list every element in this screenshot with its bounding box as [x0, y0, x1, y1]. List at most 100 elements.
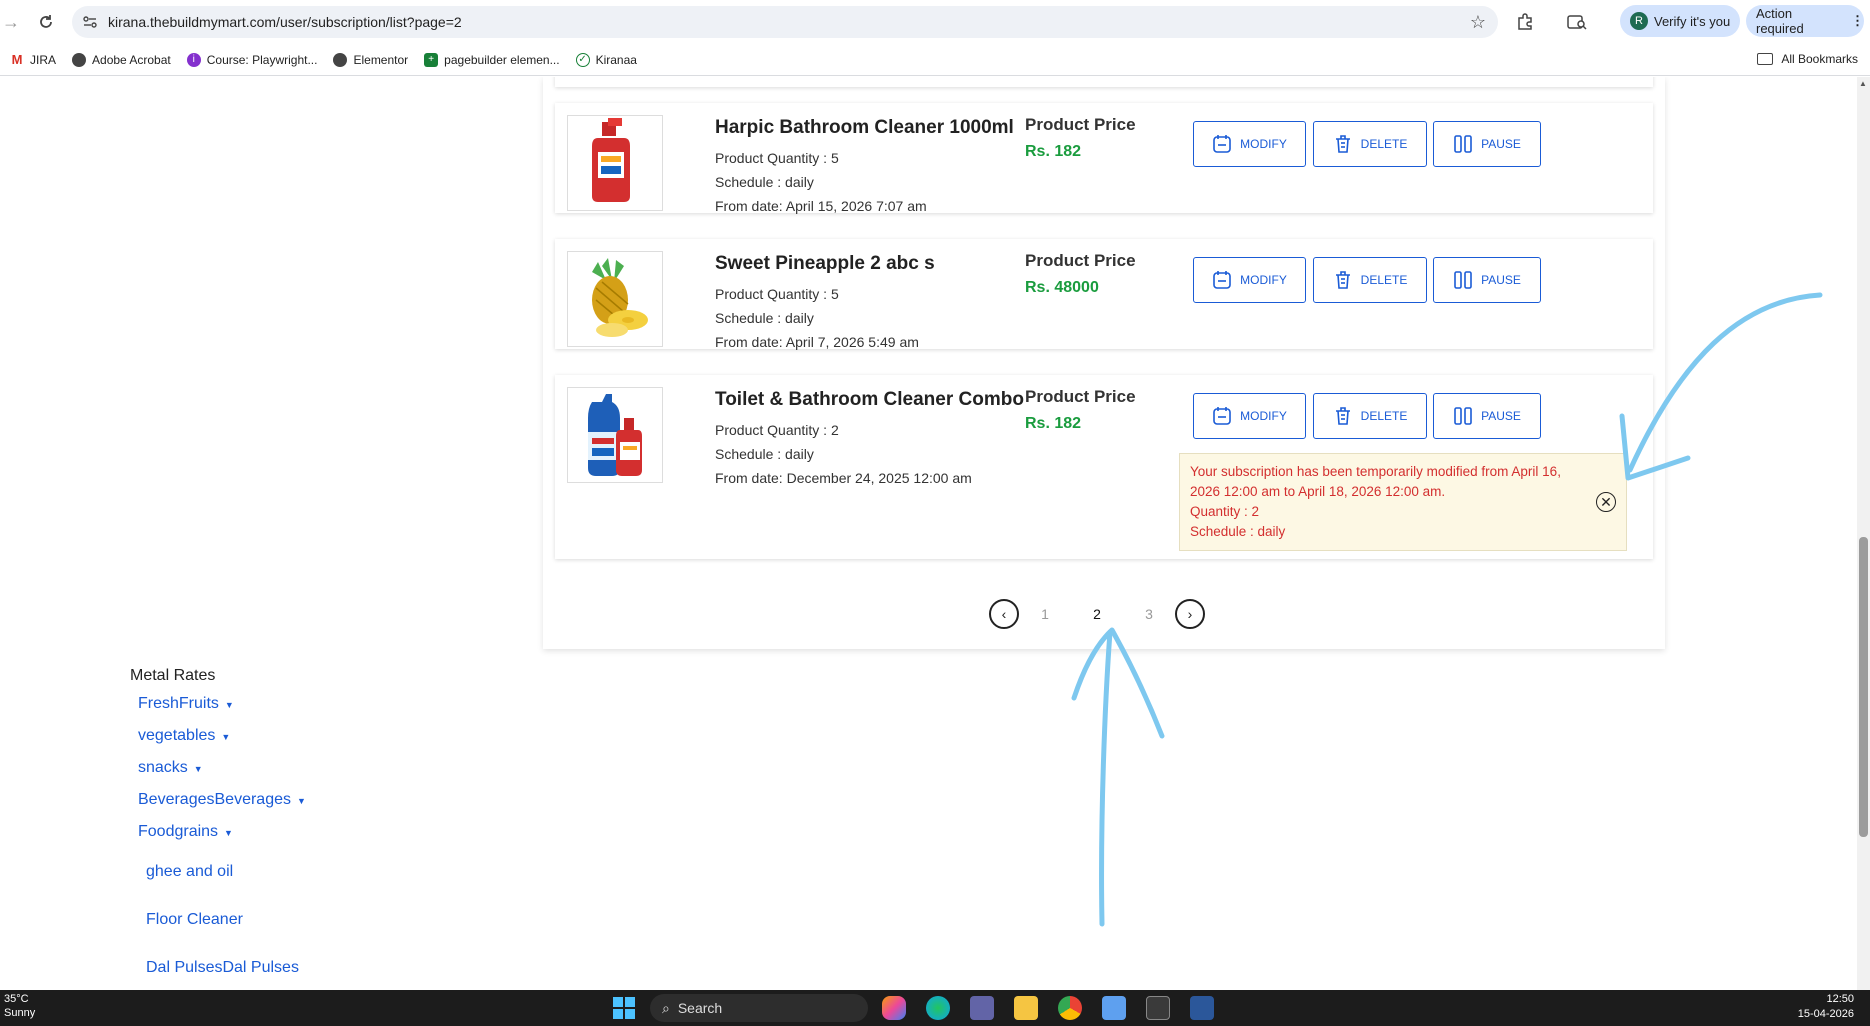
- product-from-date: From date: December 24, 2025 12:00 am: [715, 470, 972, 486]
- product-quantity: Product Quantity : 5: [715, 150, 839, 166]
- calendar-icon: [1213, 271, 1231, 289]
- file-explorer-icon[interactable]: [1014, 996, 1038, 1020]
- product-schedule: Schedule : daily: [715, 446, 814, 462]
- system-clock[interactable]: 12:50 15-04-2026: [1798, 992, 1854, 1022]
- prev-page-button[interactable]: ‹: [989, 599, 1019, 629]
- notice-line: Your subscription has been temporarily m…: [1190, 464, 1561, 479]
- category-label: FreshFruits: [138, 695, 219, 712]
- globe-icon: [333, 52, 348, 67]
- modify-button[interactable]: MODIFY: [1193, 257, 1306, 303]
- page-link-1[interactable]: 1: [1019, 606, 1071, 622]
- category-beverages[interactable]: BeveragesBeverages ▼: [138, 791, 306, 809]
- bookmark-pagebuilder[interactable]: + pagebuilder elemen...: [424, 52, 560, 67]
- notice-line: 2026 12:00 am to April 18, 2026 12:00 am…: [1190, 484, 1446, 499]
- page-link-2-current[interactable]: 2: [1071, 606, 1123, 622]
- action-label: Action required: [1756, 6, 1804, 36]
- weather-widget[interactable]: 35°C Sunny: [4, 992, 35, 1020]
- subcategory-ghee-oil[interactable]: ghee and oil: [146, 863, 233, 881]
- word-icon[interactable]: [1190, 996, 1214, 1020]
- product-image: [567, 115, 663, 211]
- avatar: R: [1630, 12, 1648, 30]
- bookmark-kiranaa[interactable]: ✓ Kiranaa: [575, 52, 637, 67]
- bookmark-elementor[interactable]: Elementor: [333, 52, 409, 67]
- pause-label: PAUSE: [1481, 273, 1521, 287]
- verify-profile-chip[interactable]: R Verify it's you: [1620, 5, 1740, 37]
- price-label: Product Price: [1025, 387, 1136, 406]
- scroll-thumb[interactable]: [1859, 537, 1868, 837]
- chrome-icon[interactable]: [1058, 996, 1082, 1020]
- category-foodgrains[interactable]: Foodgrains ▼: [138, 823, 233, 841]
- category-label: vegetables: [138, 727, 216, 744]
- product-quantity: Product Quantity : 5: [715, 286, 839, 302]
- delete-label: DELETE: [1360, 273, 1408, 287]
- bookmark-label: Elementor: [353, 52, 409, 67]
- bookmark-course-playwright[interactable]: i Course: Playwright...: [186, 52, 317, 67]
- taskbar-search[interactable]: ⌕ Search: [650, 994, 868, 1022]
- caret-down-icon: ▼: [296, 796, 306, 806]
- pagination: ‹ 1 2 3 ›: [989, 599, 1205, 629]
- modify-button[interactable]: MODIFY: [1193, 393, 1306, 439]
- gmail-icon: M: [11, 52, 23, 67]
- subscription-list-panel: Harpic Bathroom Cleaner 1000ml Product Q…: [543, 77, 1665, 649]
- next-page-button[interactable]: ›: [1175, 599, 1205, 629]
- site-settings-icon[interactable]: [82, 14, 98, 30]
- pause-button[interactable]: PAUSE: [1433, 257, 1541, 303]
- product-schedule: Schedule : daily: [715, 174, 814, 190]
- price-value: Rs. 182: [1025, 415, 1082, 432]
- delete-button[interactable]: DELETE: [1313, 121, 1427, 167]
- tab-search-icon[interactable]: [1566, 11, 1588, 33]
- pause-label: PAUSE: [1481, 137, 1521, 151]
- category-label: Foodgrains: [138, 823, 219, 840]
- close-icon[interactable]: ✕: [1596, 492, 1616, 512]
- category-freshfruits[interactable]: FreshFruits ▼: [138, 695, 234, 713]
- pause-button[interactable]: PAUSE: [1433, 393, 1541, 439]
- all-bookmarks-label: All Bookmarks: [1781, 52, 1858, 66]
- page-link-3[interactable]: 3: [1123, 606, 1175, 622]
- delete-button[interactable]: DELETE: [1313, 393, 1427, 439]
- pause-button[interactable]: PAUSE: [1433, 121, 1541, 167]
- modify-button[interactable]: MODIFY: [1193, 121, 1306, 167]
- notepad-icon[interactable]: [1102, 996, 1126, 1020]
- price-value: Rs. 182: [1025, 143, 1082, 160]
- subcategory-floor-cleaner[interactable]: Floor Cleaner: [146, 911, 243, 929]
- modify-label: MODIFY: [1240, 409, 1287, 423]
- subcategory-dal-pulses[interactable]: Dal PulsesDal Pulses: [146, 959, 299, 977]
- bookmark-jira[interactable]: M JIRA: [10, 52, 57, 67]
- delete-button[interactable]: DELETE: [1313, 257, 1427, 303]
- scroll-up-icon[interactable]: ▲: [1859, 79, 1867, 88]
- search-icon: ⌕: [662, 999, 670, 1016]
- folder-icon: [1757, 53, 1774, 65]
- verify-label: Verify it's you: [1654, 13, 1731, 29]
- page-viewport: Harpic Bathroom Cleaner 1000ml Product Q…: [0, 77, 1870, 990]
- bookmark-star-icon[interactable]: ☆: [1470, 12, 1486, 33]
- calendar-icon: [1213, 407, 1231, 425]
- action-required-chip[interactable]: Action required ⋮: [1746, 5, 1864, 37]
- vertical-scrollbar[interactable]: ▲: [1857, 77, 1870, 990]
- product-name: Toilet & Bathroom Cleaner Combo: [715, 389, 1024, 410]
- product-schedule: Schedule : daily: [715, 310, 814, 326]
- edge-icon[interactable]: [926, 996, 950, 1020]
- reload-icon[interactable]: [35, 11, 57, 33]
- category-vegetables[interactable]: vegetables ▼: [138, 727, 230, 745]
- address-bar[interactable]: kirana.thebuildmymart.com/user/subscript…: [72, 6, 1498, 38]
- product-from-date: From date: April 15, 2026 7:07 am: [715, 198, 927, 214]
- caret-down-icon: ▼: [224, 828, 233, 838]
- app-icon[interactable]: [1146, 996, 1170, 1020]
- more-menu-icon[interactable]: ⋮: [1851, 13, 1864, 29]
- product-from-date: From date: April 7, 2026 5:49 am: [715, 334, 919, 350]
- category-label: BeveragesBeverages: [138, 791, 291, 808]
- bookmark-label: pagebuilder elemen...: [444, 52, 560, 67]
- bookmark-label: JIRA: [30, 52, 57, 67]
- extensions-icon[interactable]: [1514, 11, 1536, 33]
- metal-rates-heading[interactable]: Metal Rates: [130, 667, 215, 685]
- caret-down-icon: ▼: [221, 732, 231, 742]
- copilot-icon[interactable]: [882, 996, 906, 1020]
- category-snacks[interactable]: snacks ▼: [138, 759, 203, 777]
- bookmark-adobe-acrobat[interactable]: Adobe Acrobat: [72, 52, 171, 67]
- forward-icon[interactable]: →: [0, 11, 22, 33]
- teams-icon[interactable]: [970, 996, 994, 1020]
- all-bookmarks[interactable]: All Bookmarks: [1757, 52, 1858, 66]
- windows-start-icon[interactable]: [612, 996, 636, 1020]
- pause-icon: [1454, 407, 1472, 425]
- previous-card-edge: [555, 77, 1653, 87]
